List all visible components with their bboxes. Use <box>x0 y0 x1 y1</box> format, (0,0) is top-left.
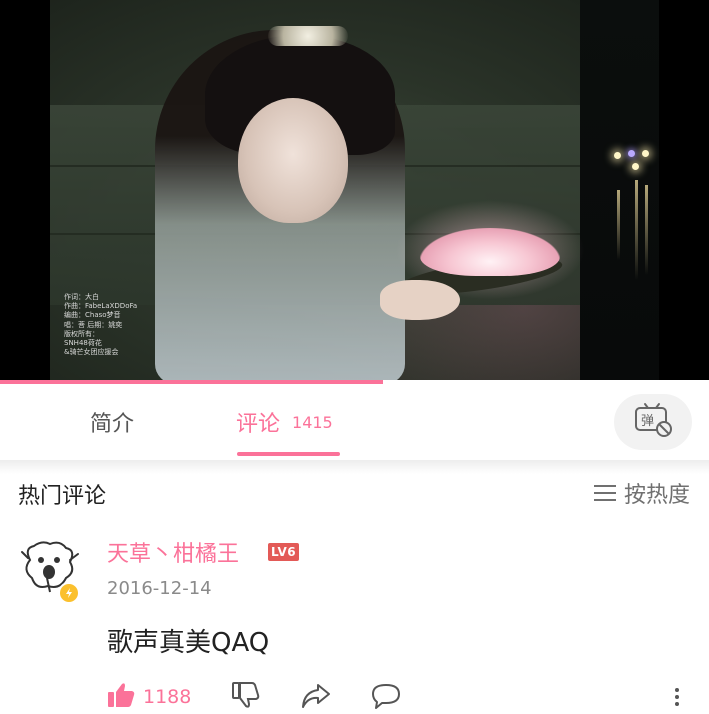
thumbs-down-icon <box>232 682 260 708</box>
credit-line: 唱：菩 后期：姚奕 <box>64 320 123 329</box>
danmaku-off-icon: 弹 <box>633 402 673 442</box>
dislike-button[interactable] <box>231 682 261 714</box>
hair-ornament <box>268 26 348 46</box>
like-button[interactable]: 1188 <box>107 682 191 712</box>
share-arrow-icon <box>302 684 330 708</box>
more-options-icon[interactable] <box>674 688 680 709</box>
user-level-badge: LV6 <box>268 543 300 561</box>
tab-intro-label: 简介 <box>90 412 135 437</box>
tab-bar-shadow <box>0 460 709 474</box>
hot-comments-header: 热门评论 按热度 <box>0 474 709 520</box>
video-player[interactable]: 作词：大白 作曲：FabeLaXDDoFa 编曲：Chaso梦音 唱：菩 后期：… <box>0 0 709 384</box>
active-tab-indicator <box>237 452 340 456</box>
comment-text: 歌声真美QAQ <box>107 628 270 658</box>
sort-label: 按热度 <box>623 483 690 508</box>
video-credits: 作词：大白 作曲：FabeLaXDDoFa 编曲：Chaso梦音 唱：菩 后期：… <box>64 293 184 357</box>
tab-comments-count: 1415 <box>292 412 333 432</box>
sort-by-heat-button[interactable]: 按热度 <box>593 477 690 509</box>
comment-item: 天草丶柑橘王 LV6 2016-12-14 歌声真美QAQ 1188 <box>0 530 709 709</box>
share-button[interactable] <box>300 682 332 714</box>
avatar[interactable] <box>20 538 80 604</box>
tab-intro[interactable]: 简介 <box>90 384 134 460</box>
danmaku-toggle-button[interactable]: 弹 <box>614 394 692 450</box>
credit-line: 版权所有： <box>64 329 99 338</box>
sort-list-icon <box>593 484 616 502</box>
performer-face <box>238 98 348 223</box>
like-count: 1188 <box>143 686 192 708</box>
verified-badge-icon <box>58 582 80 604</box>
credit-line: SNH48荷花 <box>64 339 102 348</box>
credit-line: 编曲：Chaso梦音 <box>64 311 121 320</box>
credit-line: 作词：大白 <box>64 293 99 301</box>
thumbs-up-icon <box>107 682 135 712</box>
tab-comments[interactable]: 评论 1415 <box>236 384 333 460</box>
lotus-lantern <box>420 228 560 276</box>
tab-comments-label: 评论 <box>236 412 281 437</box>
credit-line: &骑芒女团应援会 <box>64 348 119 357</box>
performer-hand <box>380 280 460 320</box>
comment-date: 2016-12-14 <box>107 578 212 599</box>
reply-button[interactable] <box>370 682 402 714</box>
night-water <box>580 0 659 384</box>
comment-username[interactable]: 天草丶柑橘王 <box>107 536 239 568</box>
tab-bar: 简介 评论 1415 弹 <box>0 384 709 460</box>
svg-text:弹: 弹 <box>641 414 654 429</box>
speech-bubble-icon <box>372 684 400 709</box>
hot-comments-title: 热门评论 <box>18 484 107 509</box>
